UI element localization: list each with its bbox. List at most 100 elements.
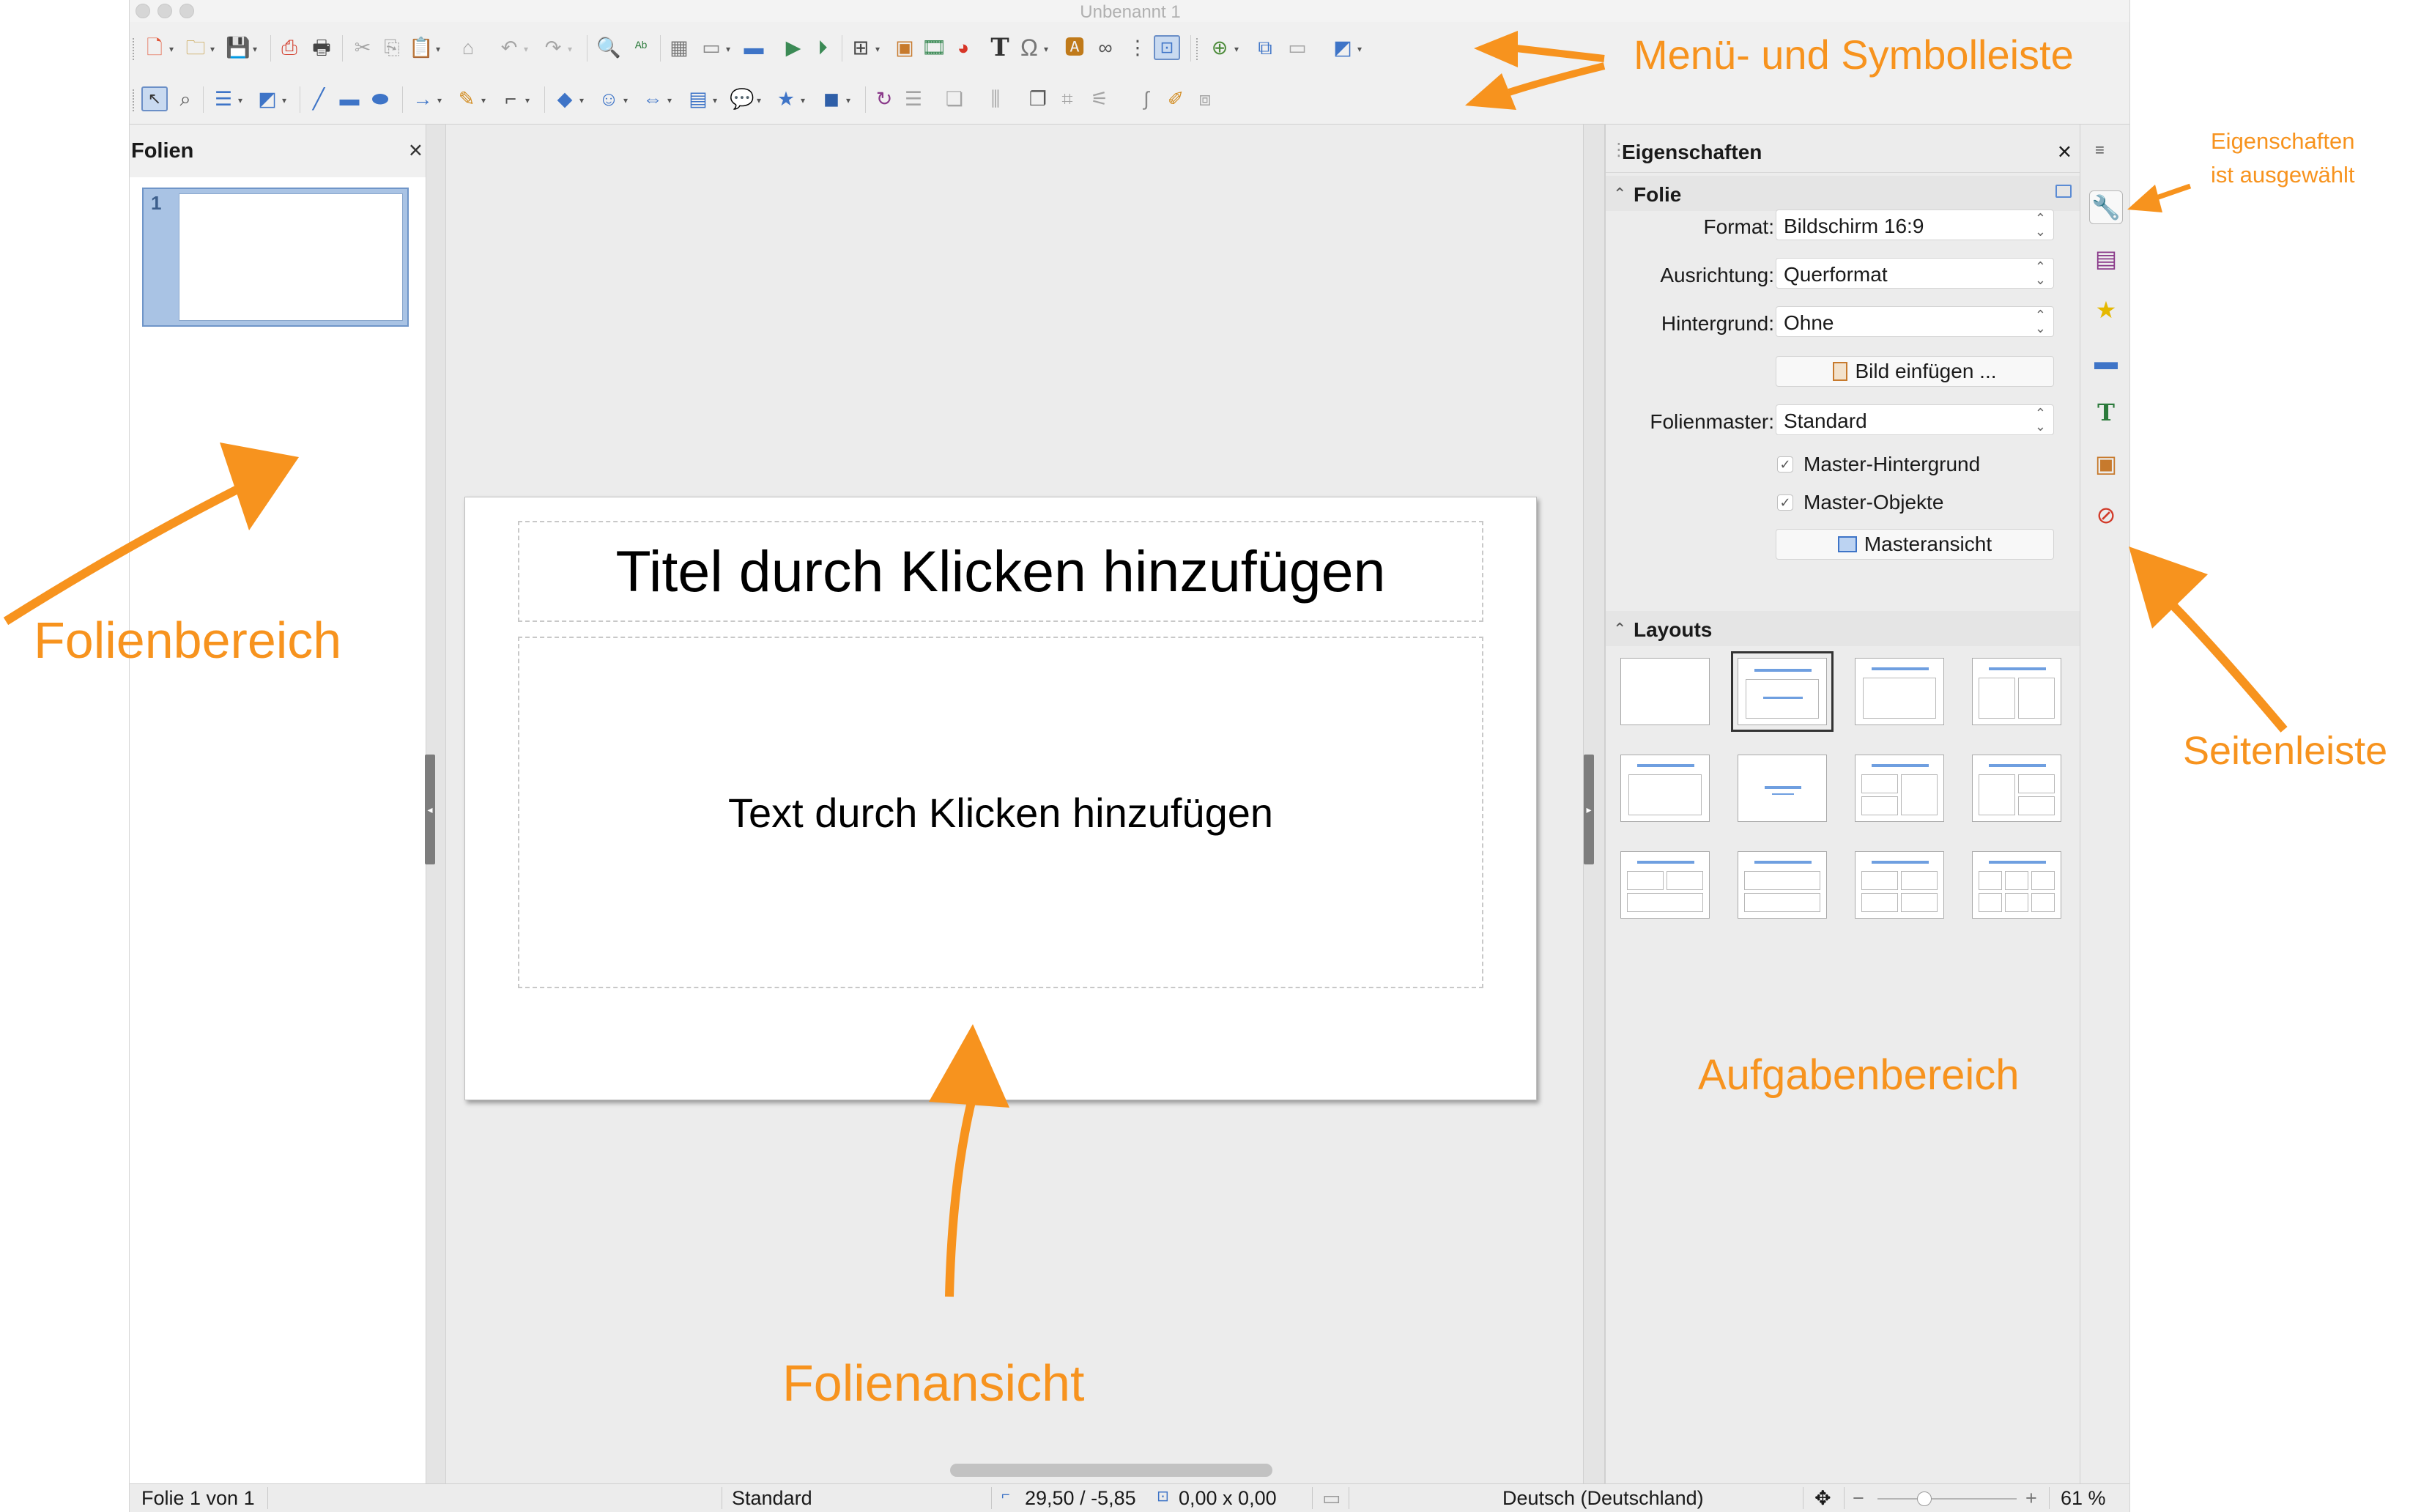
slide-transition-icon[interactable]: ▤ xyxy=(2089,242,2123,275)
distribute-icon[interactable]: ⫼ xyxy=(982,86,1009,111)
insert-textbox-icon[interactable]: T xyxy=(987,35,1013,60)
select-icon[interactable]: ↖ xyxy=(141,86,168,111)
chevron-up-icon[interactable]: ⌃ xyxy=(1613,185,1626,204)
insert-image-icon[interactable]: ▣ xyxy=(891,35,918,60)
chevron-down-icon[interactable]: ▾ xyxy=(436,44,443,54)
align-icon[interactable]: ☰ xyxy=(900,86,927,111)
layout-title-4content[interactable] xyxy=(1855,851,1944,919)
rectangle-icon[interactable]: ▬ xyxy=(336,86,363,111)
chevron-up-icon[interactable]: ⌃ xyxy=(1613,620,1626,639)
ellipse-icon[interactable]: ⬬ xyxy=(367,86,393,111)
chevron-down-icon[interactable]: ▾ xyxy=(801,95,808,105)
symbol-shapes-icon[interactable]: ☺ xyxy=(596,86,622,111)
master-select[interactable]: Standard ⌃ ⌄ xyxy=(1776,404,2054,435)
fontwork-icon[interactable]: 🅰 xyxy=(1061,35,1088,60)
fit-slide-icon[interactable]: ✥ xyxy=(1814,1487,1831,1510)
layout-title-6content[interactable] xyxy=(1972,851,2061,919)
layout-title-2content-over-content[interactable] xyxy=(1620,851,1710,919)
insert-media-icon[interactable]: 🎞 xyxy=(921,35,947,60)
rotate-icon[interactable]: ↻ xyxy=(871,86,897,111)
chevron-down-icon[interactable]: ▾ xyxy=(1234,44,1242,54)
layout-title-content-2[interactable] xyxy=(1855,658,1944,725)
print-icon[interactable]: 🖶 xyxy=(308,35,335,60)
block-arrows-icon[interactable]: ⇔ xyxy=(639,86,666,111)
close-icon[interactable]: × xyxy=(409,136,423,164)
language[interactable]: Deutsch (Deutschland) xyxy=(1502,1487,1704,1510)
special-character-icon[interactable]: Ω xyxy=(1016,35,1042,60)
chevron-down-icon[interactable]: ▾ xyxy=(846,95,853,105)
text-placeholder[interactable]: Text durch Klicken hinzufügen xyxy=(518,637,1483,988)
toolbar-handle[interactable] xyxy=(133,38,136,60)
chevron-down-icon[interactable]: ▾ xyxy=(210,44,218,54)
line-color-icon[interactable]: ☰ xyxy=(210,86,237,111)
layout-title-content[interactable] xyxy=(1731,651,1834,732)
section-folie-header[interactable]: ⌃ Folie xyxy=(1606,176,2080,211)
collapse-left-handle[interactable]: ◂ xyxy=(425,755,435,864)
grid-icon[interactable]: ▦ xyxy=(666,35,692,60)
animation-icon[interactable]: ★ xyxy=(2089,293,2123,327)
layout-centered-text[interactable] xyxy=(1738,755,1827,822)
more-options-icon[interactable] xyxy=(2055,185,2072,198)
master-slides-icon[interactable]: ▬ xyxy=(2089,344,2123,378)
chevron-down-icon[interactable]: ▾ xyxy=(568,44,575,54)
slide-canvas[interactable]: Titel durch Klicken hinzufügen Text durc… xyxy=(464,497,1537,1100)
flowchart-icon[interactable]: ▤ xyxy=(685,86,711,111)
chevron-down-icon[interactable]: ▾ xyxy=(481,95,489,105)
arrow-line-icon[interactable]: → xyxy=(409,86,436,111)
master-slide-icon[interactable]: ▬ xyxy=(741,35,767,60)
curve-icon[interactable]: ✎ xyxy=(453,86,480,111)
slide-thumbnail-preview[interactable] xyxy=(179,193,403,321)
zoom-out-icon[interactable]: − xyxy=(1853,1487,1864,1510)
zoom-pan-icon[interactable]: ⌕ xyxy=(172,86,199,111)
clone-formatting-icon[interactable]: ⌂ xyxy=(455,35,481,60)
background-select[interactable]: Ohne ⌃ ⌄ xyxy=(1776,306,2054,337)
chevron-down-icon[interactable]: ▾ xyxy=(437,95,445,105)
chevron-down-icon[interactable]: ▾ xyxy=(169,44,177,54)
start-presentation-icon[interactable]: ▶ xyxy=(780,35,807,60)
redo-icon[interactable]: ↷ xyxy=(540,35,566,60)
open-folder-icon[interactable]: 🗀 xyxy=(182,35,209,60)
gallery-icon[interactable]: ▣ xyxy=(2089,447,2123,481)
export-pdf-icon[interactable]: ⎙ xyxy=(276,35,303,60)
format-select[interactable]: Bildschirm 16:9 ⌃ ⌄ xyxy=(1776,210,2054,240)
callouts-icon[interactable]: 💬 xyxy=(729,86,755,111)
checkmark-icon[interactable]: ✓ xyxy=(1777,456,1793,472)
3d-objects-icon[interactable]: ◼ xyxy=(818,86,845,111)
find-replace-icon[interactable]: 🔍 xyxy=(596,35,622,60)
hyperlink-icon[interactable]: ∞ xyxy=(1092,35,1119,60)
sidebar-menu-icon[interactable]: ≡ xyxy=(2095,141,2105,160)
chevron-down-icon[interactable]: ▾ xyxy=(623,95,631,105)
chevron-down-icon[interactable]: ▾ xyxy=(875,44,883,54)
toggle-extrusion-icon[interactable]: ⧈ xyxy=(1192,86,1218,111)
zoom-level[interactable]: 61 % xyxy=(2061,1487,2106,1510)
duplicate-slide-icon[interactable]: ⧉ xyxy=(1252,35,1278,60)
layout-title-only[interactable] xyxy=(1620,755,1710,822)
chevron-down-icon[interactable]: ▾ xyxy=(238,95,245,105)
title-placeholder[interactable]: Titel durch Klicken hinzufügen xyxy=(518,521,1483,622)
chevron-down-icon[interactable]: ▾ xyxy=(579,95,587,105)
chevron-down-icon[interactable]: ▾ xyxy=(713,95,720,105)
master-background-checkbox[interactable]: ✓ Master-Hintergrund xyxy=(1777,453,1980,476)
layout-blank[interactable] xyxy=(1620,658,1710,725)
arrange-icon[interactable]: ❏ xyxy=(941,86,968,111)
properties-icon[interactable]: 🔧 xyxy=(2089,190,2123,224)
stars-icon[interactable]: ★ xyxy=(773,86,799,111)
chevron-down-icon[interactable]: ▾ xyxy=(524,44,531,54)
line-icon[interactable]: ╱ xyxy=(305,86,332,111)
new-document-icon[interactable]: 🗋 xyxy=(141,35,168,60)
display-views-icon[interactable]: ▭ xyxy=(698,35,724,60)
chevron-down-icon[interactable]: ▾ xyxy=(1044,44,1051,54)
new-slide-icon[interactable]: ⊕ xyxy=(1206,35,1233,60)
slide-thumbnail[interactable]: 1 xyxy=(142,188,409,327)
zoom-slider-thumb[interactable] xyxy=(1917,1491,1932,1506)
fill-color-icon[interactable]: ◩ xyxy=(254,86,281,111)
helplines-icon[interactable]: ⋮ xyxy=(1124,35,1151,60)
paste-icon[interactable]: 📋 xyxy=(408,35,434,60)
layout-title-content-2content[interactable] xyxy=(1972,755,2061,822)
checkmark-icon[interactable]: ✓ xyxy=(1777,494,1793,511)
connector-icon[interactable]: ⌐ xyxy=(497,86,524,111)
chevron-down-icon[interactable]: ▾ xyxy=(253,44,260,54)
crop-icon[interactable]: ⌗ xyxy=(1054,86,1080,111)
master-view-button[interactable]: Masteransicht xyxy=(1776,529,2054,560)
master-objects-checkbox[interactable]: ✓ Master-Objekte xyxy=(1777,491,1943,514)
